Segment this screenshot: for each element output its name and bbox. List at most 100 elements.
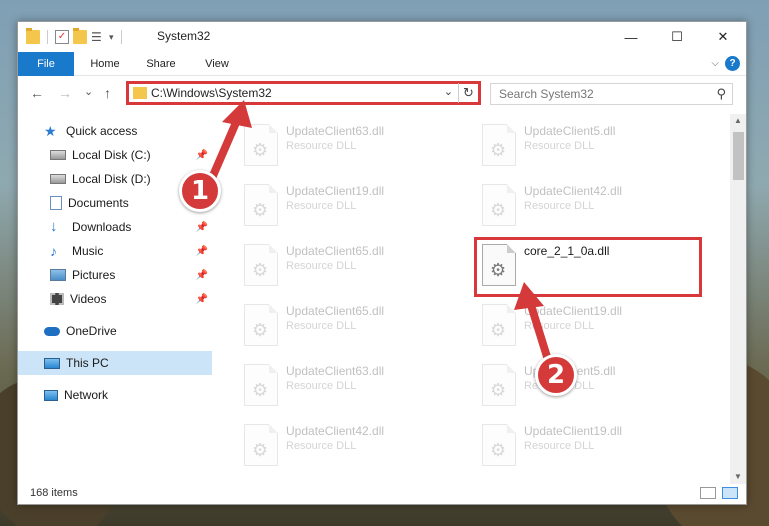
address-bar[interactable]: C:\Windows\System32 ⌄ ↻ [126, 81, 481, 105]
scroll-thumb[interactable] [733, 132, 744, 180]
title-bar: ✓ ☰ ▾ System32 — ☐ ✕ [18, 22, 746, 52]
file-type: Resource DLL [286, 260, 357, 272]
forward-button[interactable]: → [58, 85, 72, 101]
gear-icon: ⚙ [252, 320, 269, 340]
scroll-up-icon[interactable]: ▲ [730, 114, 746, 128]
file-item[interactable]: ⚙ UpdateClient65.dll Resource DLL [238, 298, 468, 352]
expand-ribbon-icon[interactable]: ⌵ [711, 58, 719, 69]
file-type: Resource DLL [286, 140, 357, 152]
sidebar-item-quick-access[interactable]: ★ Quick access [18, 119, 212, 143]
refresh-button[interactable]: ↻ [458, 83, 478, 103]
gear-icon: ⚙ [252, 140, 269, 160]
sidebar-item-this-pc[interactable]: This PC [18, 351, 212, 375]
network-icon [44, 389, 58, 401]
large-icons-view-icon[interactable] [722, 487, 738, 499]
sidebar-item-label: Pictures [72, 268, 116, 282]
dll-file-icon: ⚙ [244, 424, 278, 466]
star-icon: ★ [44, 123, 57, 139]
file-item[interactable]: ⚙ UpdateClient5.dll Resource DLL [476, 118, 706, 172]
pin-icon: 📌 [195, 221, 208, 233]
address-path[interactable]: C:\Windows\System32 [151, 86, 272, 100]
up-button[interactable]: ↑ [104, 85, 111, 101]
minimize-button[interactable]: — [608, 22, 654, 52]
file-item[interactable]: ⚙ UpdateClient42.dll Resource DLL [238, 418, 468, 472]
sidebar-item-downloads[interactable]: ↓ Downloads 📌 [18, 215, 212, 239]
file-type: Resource DLL [524, 320, 595, 332]
divider [47, 30, 48, 44]
file-item[interactable]: ⚙ UpdateClient19.dll Resource DLL [238, 178, 468, 232]
tab-share[interactable]: Share [136, 52, 186, 76]
sidebar-item-label: Local Disk (D:) [72, 172, 151, 186]
address-dropdown-button[interactable]: ⌄ [444, 85, 453, 98]
file-item[interactable]: ⚙ UpdateClient19.dll Resource DLL [476, 298, 706, 352]
window-title: System32 [157, 29, 211, 43]
step-badge-2: 2 [535, 354, 577, 396]
search-box[interactable]: Search System32 ⚲ [490, 83, 733, 105]
file-name: UpdateClient19.dll [524, 304, 623, 318]
file-item[interactable]: ⚙ UpdateClient19.dll Resource DLL [476, 418, 706, 472]
file-type: Resource DLL [286, 380, 357, 392]
file-item[interactable]: ⚙ UpdateClient65.dll Resource DLL [238, 238, 468, 292]
help-icon[interactable]: ? [725, 56, 740, 71]
sidebar-item-onedrive[interactable]: OneDrive [18, 319, 212, 343]
download-icon: ↓ [50, 218, 58, 235]
sidebar-item-label: This PC [66, 356, 109, 370]
file-type: Resource DLL [524, 140, 595, 152]
pin-icon: 📌 [195, 293, 208, 305]
file-list: ⚙ UpdateClient63.dll Resource DLL ⚙ Upda… [218, 114, 728, 484]
scroll-down-icon[interactable]: ▼ [730, 470, 746, 484]
file-item[interactable]: ⚙ UpdateClient63.dll Resource DLL [238, 118, 468, 172]
dll-file-icon: ⚙ [482, 304, 516, 346]
file-type: Resource DLL [524, 440, 595, 452]
step-badge-1: 1 [179, 170, 221, 212]
file-item[interactable]: ⚙ UpdateClient63.dll Resource DLL [238, 358, 468, 412]
search-icon[interactable]: ⚲ [716, 86, 726, 102]
file-type: Resource DLL [524, 200, 595, 212]
back-button[interactable]: ← [30, 85, 44, 101]
sidebar-item-videos[interactable]: Videos 📌 [18, 287, 212, 311]
search-input[interactable]: Search System32 [499, 87, 594, 101]
tab-file[interactable]: File [18, 52, 74, 76]
pin-icon: 📌 [195, 149, 208, 161]
dll-file-icon: ⚙ [244, 184, 278, 226]
dll-file-icon: ⚙ [244, 304, 278, 346]
file-name: UpdateClient63.dll [286, 364, 385, 378]
tab-home[interactable]: Home [80, 52, 130, 76]
customize-toolbar-icon[interactable]: ☰ [91, 30, 105, 44]
chevron-down-icon[interactable]: ▾ [109, 32, 114, 43]
gear-icon: ⚙ [490, 200, 507, 220]
file-name: UpdateClient42.dll [286, 424, 385, 438]
sidebar-item-label: Music [72, 244, 104, 258]
gear-icon: ⚙ [252, 260, 269, 280]
details-view-icon[interactable] [700, 487, 716, 499]
vertical-scrollbar[interactable]: ▲ ▼ [730, 114, 746, 484]
explorer-window: ✓ ☰ ▾ System32 — ☐ ✕ File Home Share Vie… [17, 21, 747, 505]
close-button[interactable]: ✕ [700, 22, 746, 52]
sidebar-item-network[interactable]: Network [18, 383, 212, 407]
maximize-button[interactable]: ☐ [654, 22, 700, 52]
file-item[interactable]: ⚙ UpdateClient5.dll Resource DLL [476, 358, 706, 412]
divider [120, 30, 122, 44]
file-type: Resource DLL [286, 440, 357, 452]
dll-file-icon: ⚙ [482, 424, 516, 466]
dll-file-icon: ⚙ [244, 124, 278, 166]
ribbon-controls: ⌵ ? [711, 56, 740, 71]
sidebar-item-pictures[interactable]: Pictures 📌 [18, 263, 212, 287]
sidebar-item-music[interactable]: ♪ Music 📌 [18, 239, 212, 263]
gear-icon: ⚙ [490, 440, 507, 460]
drive-icon [50, 150, 66, 160]
new-folder-icon[interactable] [73, 28, 87, 44]
gear-icon: ⚙ [252, 200, 269, 220]
gear-icon: ⚙ [490, 320, 507, 340]
navigation-pane: ★ Quick access Local Disk (C:) 📌 Local D… [18, 114, 212, 484]
file-item[interactable]: ⚙ UpdateClient42.dll Resource DLL [476, 178, 706, 232]
sidebar-item-local-disk-c[interactable]: Local Disk (C:) 📌 [18, 143, 212, 167]
recent-locations-button[interactable]: ⌄ [84, 85, 93, 98]
videos-icon [50, 293, 64, 305]
sidebar-item-label: Local Disk (C:) [72, 148, 151, 162]
dll-file-icon: ⚙ [244, 364, 278, 406]
sidebar-item-label: Documents [68, 196, 129, 210]
tab-view[interactable]: View [194, 52, 240, 76]
properties-icon[interactable]: ✓ [55, 30, 69, 44]
quick-access-toolbar: ✓ ☰ ▾ [26, 28, 125, 46]
